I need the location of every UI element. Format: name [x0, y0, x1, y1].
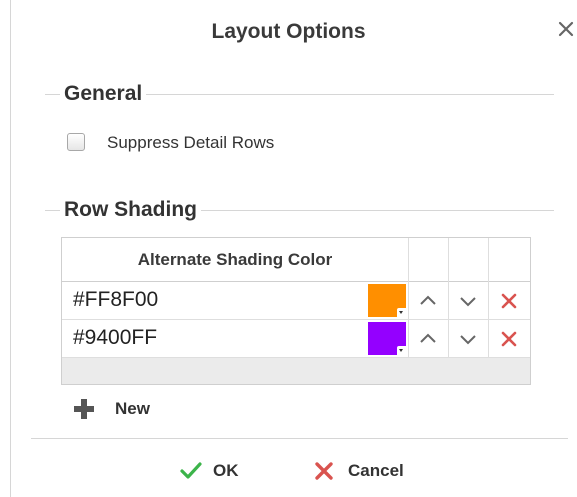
- check-icon: [180, 462, 202, 479]
- plus-icon: [74, 399, 94, 419]
- x-icon: [315, 462, 333, 480]
- close-button[interactable]: [555, 16, 577, 42]
- table-row[interactable]: #FF8F00: [62, 282, 530, 320]
- swatch-dropdown-icon: [397, 346, 406, 355]
- color-hex-value[interactable]: #9400FF: [73, 326, 157, 350]
- shading-color-grid: Alternate Shading Color #FF8F00 #9400FF: [61, 237, 531, 385]
- general-legend: General: [60, 82, 147, 106]
- swatch-dropdown-icon: [397, 308, 406, 317]
- chevron-down-icon: [460, 297, 476, 307]
- delete-x-icon: [501, 293, 517, 309]
- move-down-button[interactable]: [457, 328, 479, 350]
- color-swatch[interactable]: [368, 322, 406, 355]
- color-swatch[interactable]: [368, 284, 406, 317]
- suppress-detail-rows-label[interactable]: Suppress Detail Rows: [107, 133, 274, 153]
- color-hex-value[interactable]: #FF8F00: [73, 288, 158, 312]
- row-shading-legend: Row Shading: [60, 198, 201, 222]
- delete-x-icon: [501, 331, 517, 347]
- layout-options-dialog: Layout Options General Suppress Detail R…: [0, 0, 577, 497]
- ok-button-label: OK: [213, 461, 239, 480]
- close-icon: [558, 21, 574, 37]
- dialog-title: Layout Options: [211, 20, 366, 43]
- chevron-down-icon: [460, 335, 476, 345]
- footer-divider: [31, 438, 568, 439]
- chevron-up-icon: [420, 295, 436, 305]
- move-up-button[interactable]: [417, 328, 439, 350]
- table-row[interactable]: #9400FF: [62, 320, 530, 358]
- chevron-up-icon: [420, 333, 436, 343]
- suppress-detail-rows-checkbox[interactable]: [67, 133, 85, 151]
- move-up-button[interactable]: [417, 290, 439, 312]
- new-button-label: New: [115, 399, 150, 418]
- delete-row-button[interactable]: [498, 290, 520, 312]
- move-down-button[interactable]: [457, 290, 479, 312]
- grid-header: Alternate Shading Color: [62, 238, 530, 282]
- grid-footer: [62, 358, 530, 384]
- column-header-alternate-shading-color: Alternate Shading Color: [137, 250, 333, 269]
- delete-row-button[interactable]: [498, 328, 520, 350]
- cancel-button-label: Cancel: [348, 461, 404, 480]
- dialog-left-border: [10, 0, 11, 497]
